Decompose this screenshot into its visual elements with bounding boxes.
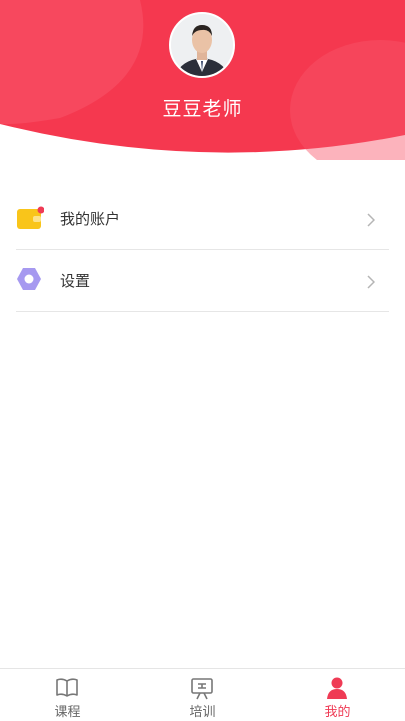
book-icon — [55, 676, 79, 702]
username: 豆豆老师 — [162, 98, 243, 120]
menu-item-label: 设置 — [60, 272, 91, 290]
tab-label: 培训 — [189, 705, 216, 720]
chevron-right-icon — [367, 274, 376, 293]
chevron-right-icon — [367, 212, 376, 231]
wallet-icon — [16, 206, 45, 236]
user-avatar-photo — [171, 14, 233, 76]
menu-item-settings[interactable]: 设置 — [16, 250, 389, 312]
bottom-tab-bar: 课程 培训 我的 — [0, 668, 405, 720]
tab-label: 我的 — [324, 705, 351, 720]
person-icon — [325, 676, 349, 704]
tab-courses[interactable]: 课程 — [0, 669, 135, 721]
menu-item-label: 我的账户 — [60, 210, 121, 228]
profile-header: 豆豆老师 — [0, 0, 405, 160]
avatar[interactable] — [169, 12, 235, 78]
hexagon-settings-icon — [16, 266, 44, 296]
tab-mine[interactable]: 我的 — [270, 669, 405, 721]
tab-training[interactable]: 培训 — [135, 669, 270, 721]
menu-item-my-account[interactable]: 我的账户 — [16, 188, 389, 250]
tab-label: 课程 — [54, 705, 81, 720]
presentation-icon — [190, 676, 214, 704]
